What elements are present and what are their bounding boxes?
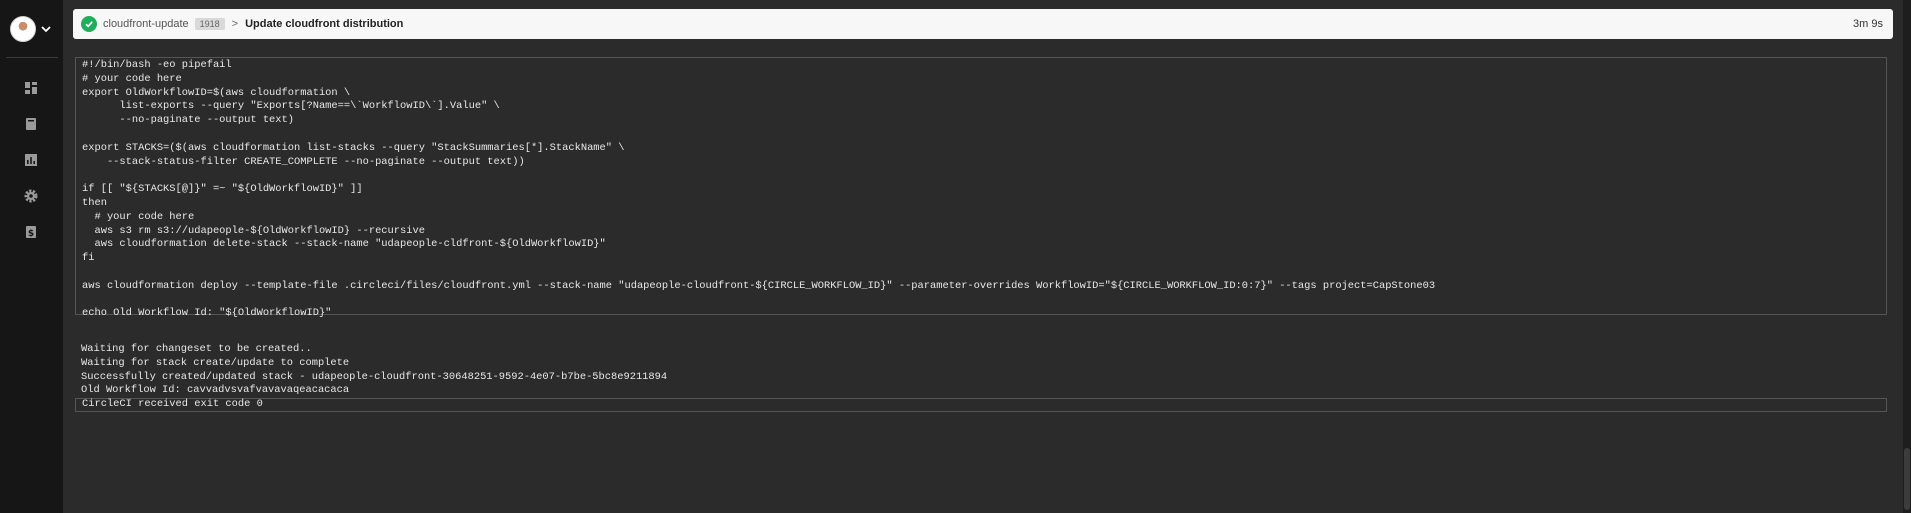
command-block: #!/bin/bash -eo pipefail # your code her… [75, 57, 1887, 319]
sidebar-divider [6, 57, 58, 58]
step-duration: 3m 9s [1853, 18, 1883, 30]
insights-icon[interactable] [22, 151, 40, 169]
svg-text:$: $ [28, 229, 34, 239]
job-name-link[interactable]: cloudfront-update [103, 18, 189, 30]
dashboard-icon[interactable] [22, 79, 40, 97]
avatar[interactable] [10, 16, 36, 42]
scrollbar-thumb[interactable] [1904, 448, 1910, 510]
step-header[interactable]: cloudfront-update 1918 > Update cloudfro… [73, 9, 1893, 39]
breadcrumb-separator: > [231, 18, 239, 30]
step-title: Update cloudfront distribution [245, 18, 404, 30]
job-number-badge: 1918 [194, 18, 225, 30]
plan-icon[interactable]: $ [22, 223, 40, 241]
page-scrollbar[interactable] [1903, 0, 1911, 513]
chevron-down-icon[interactable] [41, 24, 51, 34]
settings-icon[interactable] [22, 187, 40, 205]
user-menu[interactable] [10, 16, 51, 42]
command-text: #!/bin/bash -eo pipefail # your code her… [82, 59, 1436, 320]
projects-icon[interactable] [22, 115, 40, 133]
exit-message: CircleCI received exit code 0 [82, 398, 263, 410]
job-step-panel: cloudfront-update 1918 > Update cloudfro… [63, 0, 1911, 513]
sidebar: $ [0, 0, 63, 513]
success-check-icon [81, 16, 97, 32]
step-output: Waiting for changeset to be created.. Wa… [81, 343, 668, 397]
exit-code-block: CircleCI received exit code 0 [75, 398, 1887, 412]
